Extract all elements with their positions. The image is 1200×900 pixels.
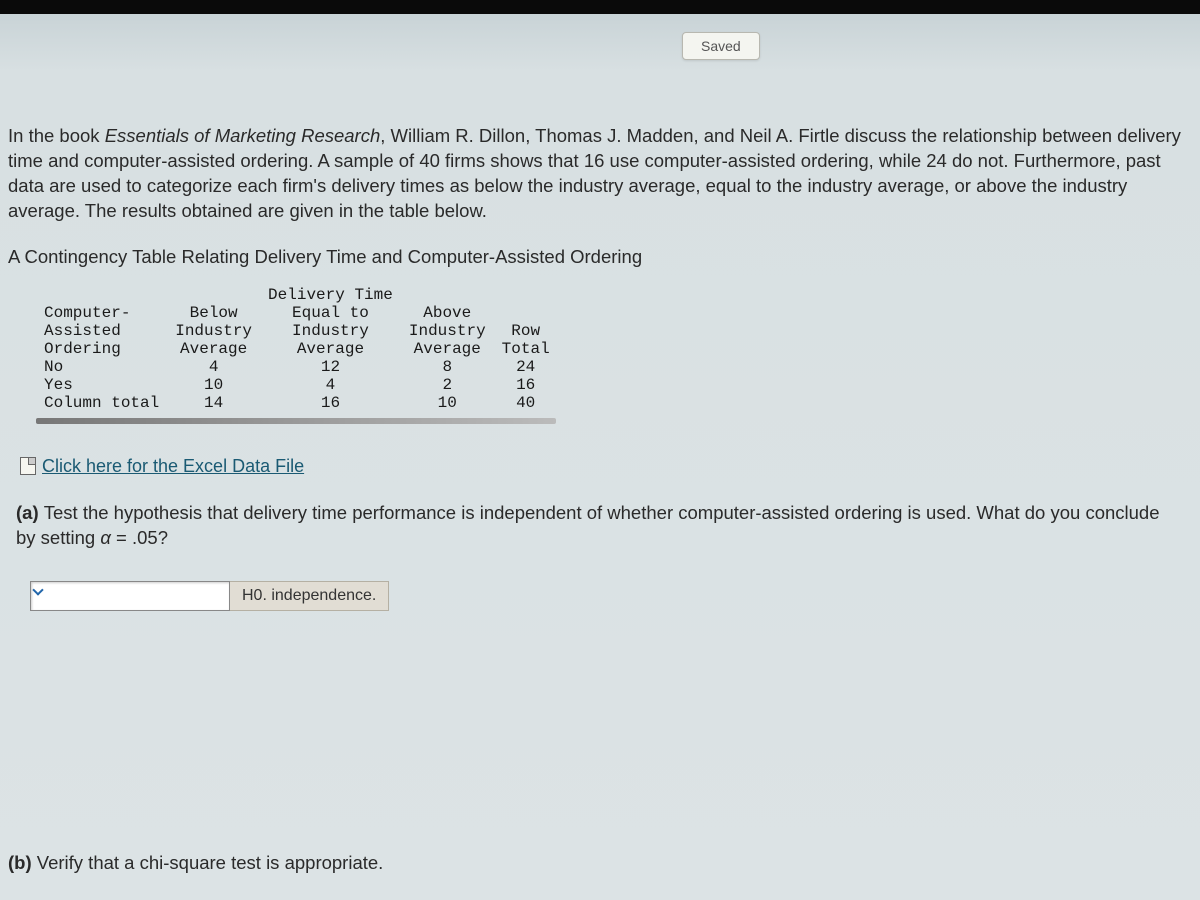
cell: 40 (494, 394, 558, 412)
row-label: Yes (36, 376, 167, 394)
table-bottom-scrollbar[interactable] (36, 418, 556, 424)
book-title: Essentials of Marketing Research (105, 125, 381, 146)
table-title: A Contingency Table Relating Delivery Ti… (8, 246, 1190, 268)
table-header-row-3: Ordering Average Average Average Total (36, 340, 558, 358)
cell: 2 (401, 376, 494, 394)
cell: 4 (167, 358, 260, 376)
table-row: No 4 12 8 24 (36, 358, 558, 376)
cell: 24 (494, 358, 558, 376)
question-a-text-1: Test the hypothesis that delivery time p… (16, 502, 1160, 548)
cell: 16 (494, 376, 558, 394)
question-b-text: Verify that a chi-square test is appropr… (37, 852, 384, 873)
table-header-row-1: Computer- Below Equal to Above (36, 304, 558, 322)
col-h2-l3: Average (260, 340, 401, 358)
table-row: Column total 14 16 10 40 (36, 394, 558, 412)
intro-prefix: In the book (8, 125, 105, 146)
col-h2-l2: Industry (260, 322, 401, 340)
question-content: In the book Essentials of Marketing Rese… (0, 14, 1200, 611)
col-h3-l2: Industry (401, 322, 494, 340)
col-h4-l1 (494, 304, 558, 322)
col-h1-l2: Industry (167, 322, 260, 340)
intro-paragraph: In the book Essentials of Marketing Rese… (8, 124, 1190, 224)
question-b: (b) Verify that a chi-square test is app… (8, 852, 383, 874)
saved-indicator: Saved (682, 32, 760, 60)
question-a: (a) Test the hypothesis that delivery ti… (16, 501, 1182, 551)
answer-row: H0. independence. (30, 581, 1190, 611)
col-h2-l1: Equal to (260, 304, 401, 322)
cell: 10 (167, 376, 260, 394)
row-header-l1: Computer- (36, 304, 167, 322)
hypothesis-label-box: H0. independence. (230, 581, 389, 611)
group-header: Delivery Time (260, 286, 401, 304)
row-label: Column total (36, 394, 167, 412)
excel-link-row: Click here for the Excel Data File (20, 456, 1190, 477)
cell: 16 (260, 394, 401, 412)
excel-data-link[interactable]: Click here for the Excel Data File (42, 456, 304, 477)
answer-dropdown[interactable] (30, 581, 230, 611)
row-header-l3: Ordering (36, 340, 167, 358)
col-h3-l1: Above (401, 304, 494, 322)
col-h3-l3: Average (401, 340, 494, 358)
cell: 12 (260, 358, 401, 376)
contingency-table: Delivery Time Computer- Below Equal to A… (36, 286, 558, 412)
question-a-text-2: = .05? (111, 527, 168, 548)
table-group-header-row: Delivery Time (36, 286, 558, 304)
window-top-bar (0, 0, 1200, 14)
document-icon (20, 457, 36, 475)
table-row: Yes 10 4 2 16 (36, 376, 558, 394)
cell: 8 (401, 358, 494, 376)
cell: 14 (167, 394, 260, 412)
table-header-row-2: Assisted Industry Industry Industry Row (36, 322, 558, 340)
question-a-label: (a) (16, 502, 44, 523)
cell: 10 (401, 394, 494, 412)
col-h4-l3: Total (494, 340, 558, 358)
row-header-l2: Assisted (36, 322, 167, 340)
alpha-symbol: α (100, 527, 111, 548)
col-h1-l3: Average (167, 340, 260, 358)
question-b-label: (b) (8, 852, 37, 873)
row-label: No (36, 358, 167, 376)
col-h4-l2: Row (494, 322, 558, 340)
cell: 4 (260, 376, 401, 394)
col-h1-l1: Below (167, 304, 260, 322)
